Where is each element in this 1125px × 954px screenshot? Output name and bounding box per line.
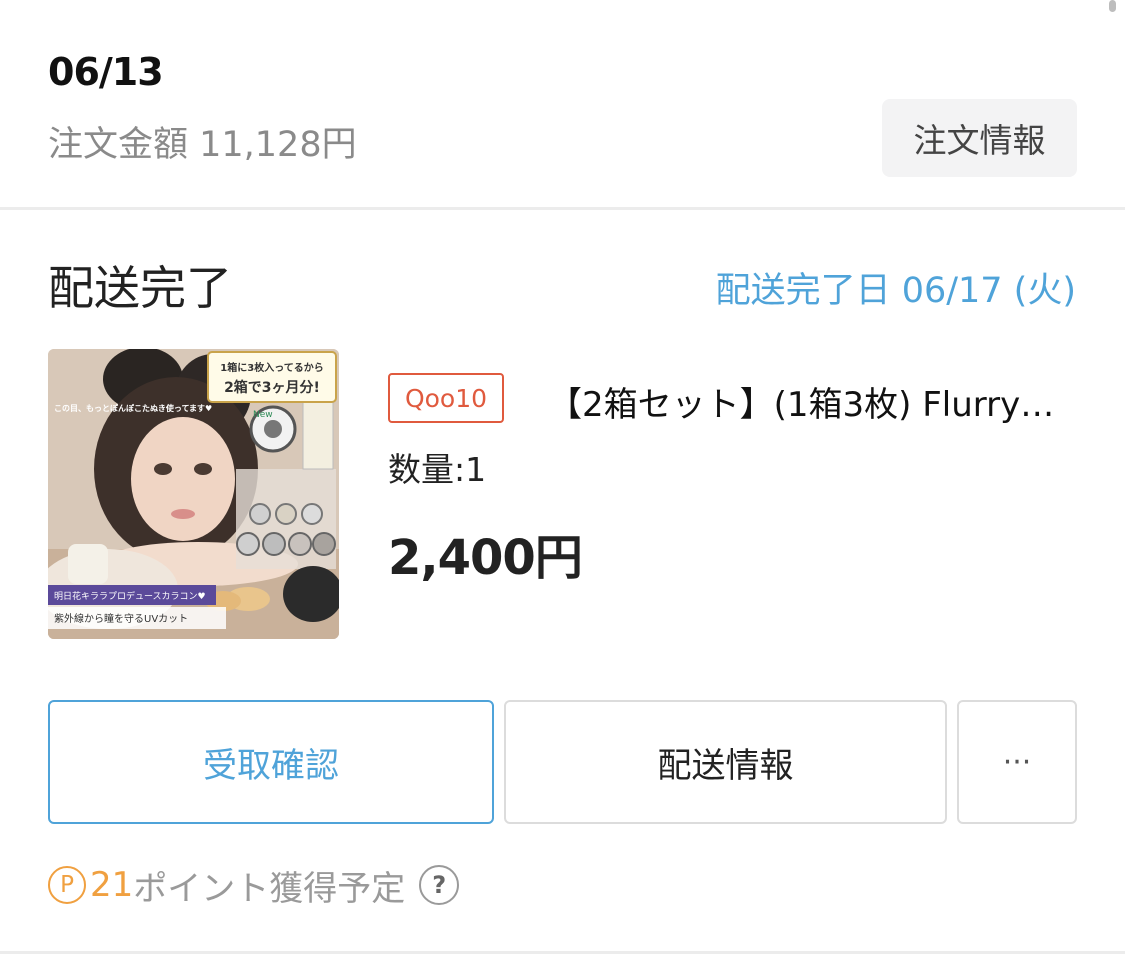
image-tagline: この目、もっとぽんぽこたぬき使ってます♥ bbox=[54, 403, 212, 413]
product-price: 2,400円 bbox=[388, 530, 583, 586]
image-banner-top: 1箱に3枚入ってるから bbox=[220, 361, 323, 374]
image-banner-bottom: 2箱で3ヶ月分! bbox=[224, 379, 320, 396]
more-options-button[interactable]: ··· bbox=[957, 700, 1077, 824]
help-icon[interactable]: ? bbox=[419, 865, 460, 905]
points-count: 21 bbox=[90, 865, 134, 905]
receive-confirm-button[interactable]: 受取確認 bbox=[48, 700, 494, 824]
product-thumbnail[interactable]: 1箱に3枚入ってるから 2箱で3ヶ月分! New この目、もっとぽんぽこたぬき使… bbox=[48, 349, 339, 639]
order-date: 06/13 bbox=[48, 50, 164, 94]
image-new-badge: New bbox=[253, 410, 273, 420]
points-info: P 21 ポイント獲得予定 ? bbox=[48, 862, 460, 909]
product-quantity: 数量:1 bbox=[388, 450, 487, 489]
delivery-status: 配送完了 bbox=[48, 261, 232, 315]
image-label-producer: 明日花キララプロデュースカラコン♥ bbox=[54, 590, 206, 602]
order-amount: 注文金額 11,128円 bbox=[48, 125, 357, 165]
shipping-info-button[interactable]: 配送情報 bbox=[504, 700, 947, 824]
points-label: ポイント獲得予定 bbox=[133, 868, 406, 909]
image-label-uv: 紫外線から瞳を守るUVカット bbox=[54, 612, 188, 625]
section-divider bbox=[0, 207, 1125, 210]
order-header: 06/13 注文金額 11,128円 注文情報 bbox=[0, 0, 1125, 208]
order-info-button[interactable]: 注文情報 bbox=[882, 99, 1077, 177]
point-icon: P bbox=[48, 866, 86, 904]
delivery-complete-date: 配送完了日 06/17 (火) bbox=[715, 271, 1076, 311]
shop-badge: Qoo10 bbox=[388, 373, 504, 423]
product-title[interactable]: 【2箱セット】(1箱3枚) Flurry… bbox=[548, 377, 1068, 426]
